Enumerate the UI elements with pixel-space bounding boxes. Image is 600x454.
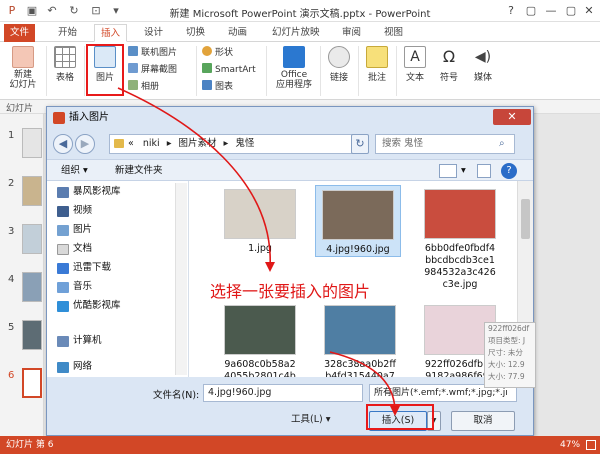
slide-status: 幻灯片 第 6 — [6, 440, 54, 450]
zoom-level[interactable]: 47% — [560, 436, 580, 454]
arrowhead — [265, 262, 275, 272]
arrow-to-insert — [329, 351, 396, 413]
annotation-arrows — [117, 87, 400, 416]
status-bar: 幻灯片 第 6 47% — [0, 436, 600, 454]
fit-slide-icon[interactable] — [586, 440, 596, 450]
annotation-text: 选择一张要插入的图片 — [210, 282, 371, 301]
arrow-to-grid — [117, 87, 271, 269]
insert-highlight-box — [366, 404, 434, 430]
